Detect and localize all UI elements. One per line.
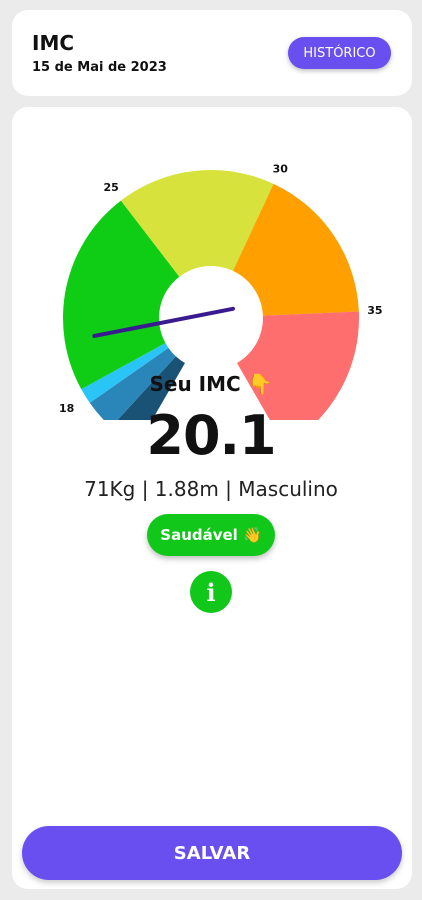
- bmi-details: 71Kg | 1.88m | Masculino: [84, 477, 338, 501]
- bmi-value: 20.1: [146, 404, 276, 467]
- gauge-tick-label: 25: [104, 181, 119, 194]
- save-button[interactable]: SALVAR: [22, 826, 402, 880]
- status-badge[interactable]: Saudável 👋: [147, 514, 275, 556]
- gauge-tick-label: 35: [367, 304, 382, 317]
- gauge-tick-label: 30: [273, 162, 289, 175]
- bmi-gauge: 16171825303540: [59, 162, 383, 420]
- bmi-heading: Seu IMC 👇: [149, 372, 273, 396]
- info-icon[interactable]: i: [190, 571, 232, 613]
